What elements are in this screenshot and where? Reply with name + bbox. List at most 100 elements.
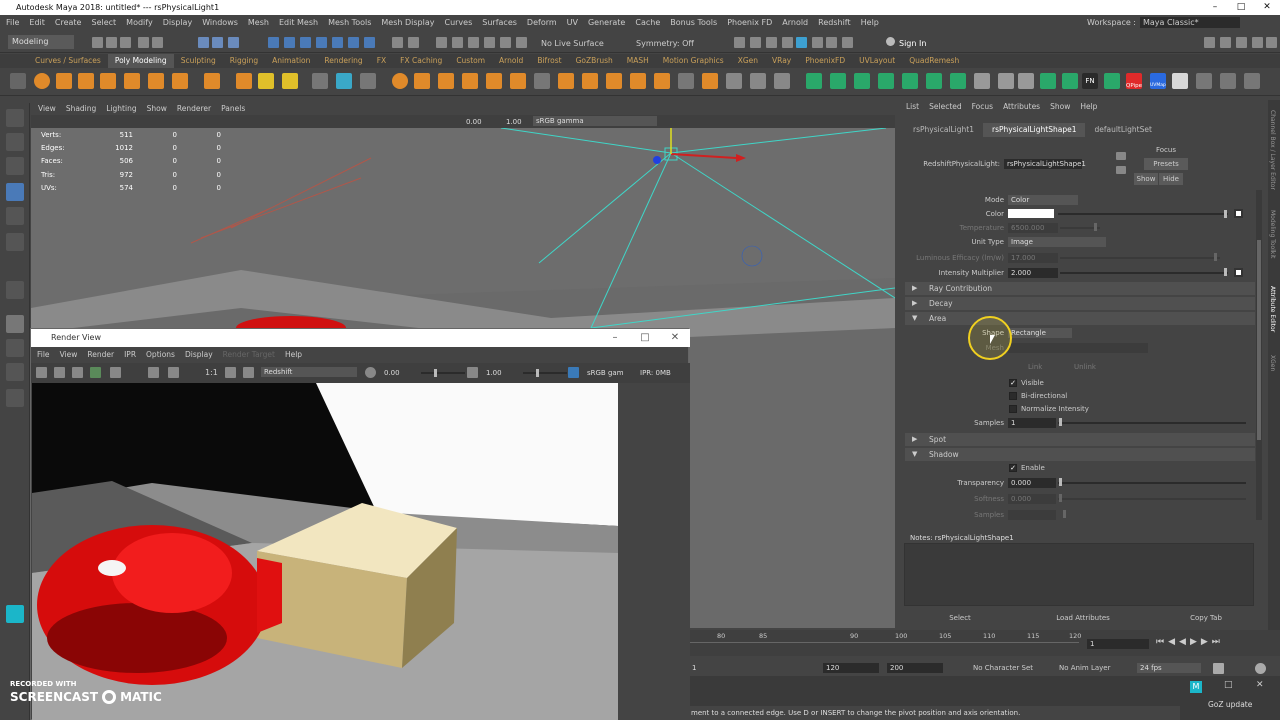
target-weld-icon[interactable] — [750, 73, 766, 89]
menu-display[interactable]: Display — [163, 18, 193, 27]
poke-icon[interactable] — [558, 73, 574, 89]
triangulate-icon[interactable] — [630, 73, 646, 89]
uv-subdiv-icon[interactable] — [998, 73, 1014, 89]
vp-menu-view[interactable]: View — [38, 103, 56, 115]
ae-tab-shape[interactable]: rsPhysicalLightShape1 — [983, 123, 1086, 137]
multi-cut-icon[interactable] — [726, 73, 742, 89]
ipr-render-icon[interactable] — [750, 37, 761, 48]
section-ray-contribution[interactable]: ▶ Ray Contribution — [905, 282, 1255, 295]
menu-help[interactable]: Help — [861, 18, 879, 27]
poly-cylinder-icon[interactable] — [78, 73, 94, 89]
unit-type-dropdown[interactable]: Image — [1008, 237, 1106, 247]
svg-tool-icon[interactable] — [282, 73, 298, 89]
render-view-titlebar[interactable]: Render View – □ ✕ — [31, 329, 690, 347]
mode-dropdown[interactable]: Color — [1008, 195, 1078, 205]
ae-menu-list[interactable]: List — [906, 100, 919, 114]
menu-redshift[interactable]: Redshift — [818, 18, 850, 27]
rv-colorspace-field[interactable]: sRGB gam — [584, 368, 624, 378]
side-tab-xgen[interactable]: XGen — [1269, 355, 1276, 371]
live-surface-label[interactable]: No Live Surface — [541, 39, 604, 48]
cylindrical-map-icon[interactable] — [854, 73, 870, 89]
rv-menu-file[interactable]: File — [37, 347, 50, 363]
visible-checkbox[interactable]: ✓ — [1009, 379, 1017, 387]
uv-other-icon[interactable] — [1018, 73, 1034, 89]
snap-live-icon[interactable] — [348, 37, 359, 48]
shelf-tab-custom[interactable]: Custom — [449, 54, 492, 68]
move-tool-icon[interactable] — [6, 183, 24, 201]
soft-select-icon[interactable] — [500, 37, 511, 48]
poly-torus-icon[interactable] — [124, 73, 140, 89]
poly-platonic-icon[interactable] — [204, 73, 220, 89]
vp-menu-shading[interactable]: Shading — [66, 103, 96, 115]
minimize-button[interactable]: – — [1202, 0, 1228, 15]
auto-map-icon[interactable] — [902, 73, 918, 89]
ae-menu-attributes[interactable]: Attributes — [1003, 100, 1040, 114]
ae-menu-help[interactable]: Help — [1080, 100, 1097, 114]
snap-surface-icon[interactable] — [316, 37, 327, 48]
vp-colorspace-dropdown[interactable]: sRGB gamma — [533, 116, 657, 126]
menu-cache[interactable]: Cache — [635, 18, 660, 27]
rv-menu-ipr[interactable]: IPR — [124, 347, 136, 363]
softness-field[interactable]: 0.000 — [1008, 494, 1056, 504]
layout-uv-icon[interactable] — [950, 73, 966, 89]
render-frame-icon[interactable] — [734, 37, 745, 48]
unlink-button[interactable]: Unlink — [1074, 363, 1096, 371]
menu-windows[interactable]: Windows — [202, 18, 238, 27]
goz-update-label[interactable]: GoZ update — [1208, 700, 1252, 709]
menu-edit[interactable]: Edit — [29, 18, 45, 27]
playback-controls[interactable]: ⏮◀◀▶▶⏭ — [1156, 637, 1276, 651]
rotate-tool-icon[interactable] — [6, 207, 24, 225]
rv-snapshot-icon[interactable] — [54, 367, 65, 378]
shelf-tab-sculpting[interactable]: Sculpting — [174, 54, 223, 68]
rv-minimize-button[interactable]: – — [600, 329, 630, 347]
temperature-field[interactable]: 6500.000 — [1008, 223, 1058, 233]
menu-modify[interactable]: Modify — [126, 18, 153, 27]
side-tab-channel-box[interactable]: Channel Box / Layer Editor — [1269, 110, 1276, 190]
poly-cube-icon[interactable] — [56, 73, 72, 89]
shelf-tab-curves[interactable]: Curves / Surfaces — [28, 54, 108, 68]
rv-menu-render[interactable]: Render — [87, 347, 114, 363]
shadow-samples-field[interactable] — [1008, 510, 1056, 520]
go-input-icon[interactable] — [1116, 152, 1126, 160]
shelf-tab-gozbrush[interactable]: GoZBrush — [569, 54, 620, 68]
output-ops-icon[interactable] — [452, 37, 463, 48]
rv-close-button[interactable]: ✕ — [660, 329, 690, 347]
hide-button[interactable]: Hide — [1159, 173, 1183, 185]
side-tab-attribute-editor[interactable]: Attribute Editor — [1269, 286, 1276, 332]
render-settings-icon[interactable] — [766, 37, 777, 48]
poly-plane-icon[interactable] — [148, 73, 164, 89]
rendered-image[interactable] — [32, 383, 618, 720]
poly-sphere-icon[interactable] — [34, 73, 50, 89]
last-tool-icon[interactable] — [6, 281, 24, 299]
intensity-field[interactable]: 2.000 — [1008, 268, 1058, 278]
camera-icon[interactable] — [516, 37, 527, 48]
menu-file[interactable]: File — [6, 18, 19, 27]
maximize-button[interactable]: □ — [1228, 0, 1254, 15]
open-scene-icon[interactable] — [106, 37, 117, 48]
rv-channels-icon[interactable] — [148, 367, 159, 378]
shelf-tab-rendering[interactable]: Rendering — [317, 54, 369, 68]
spherical-map-icon[interactable] — [878, 73, 894, 89]
rv-refresh-icon[interactable] — [365, 367, 376, 378]
shadow-enable-checkbox[interactable]: ✓ — [1009, 464, 1017, 472]
shelf-tab-motion-graphics[interactable]: Motion Graphics — [656, 54, 731, 68]
menu-deform[interactable]: Deform — [527, 18, 557, 27]
section-spot[interactable]: ▶ Spot — [905, 433, 1255, 446]
shelf-m-icon-1[interactable] — [1196, 73, 1212, 89]
map-button-icon[interactable] — [1234, 268, 1243, 277]
temperature-slider-handle[interactable] — [1094, 223, 1097, 231]
current-frame-field[interactable]: 1 — [1087, 639, 1149, 649]
layout-four-icon[interactable] — [6, 339, 24, 357]
section-area[interactable]: ▼ Area — [905, 312, 1255, 325]
shelf-tab-arnold[interactable]: Arnold — [492, 54, 530, 68]
new-scene-icon[interactable] — [92, 37, 103, 48]
goz-close-button[interactable]: ✕ — [1256, 680, 1264, 690]
close-button[interactable]: ✕ — [1254, 0, 1280, 15]
menu-select[interactable]: Select — [91, 18, 116, 27]
select-tool-icon[interactable] — [6, 109, 24, 127]
menu-mesh[interactable]: Mesh — [248, 18, 269, 27]
menu-phoenix-fd[interactable]: Phoenix FD — [727, 18, 772, 27]
fill-hole-icon[interactable] — [486, 73, 502, 89]
go-output-icon[interactable] — [1116, 166, 1126, 174]
snap-grid-icon[interactable] — [268, 37, 279, 48]
